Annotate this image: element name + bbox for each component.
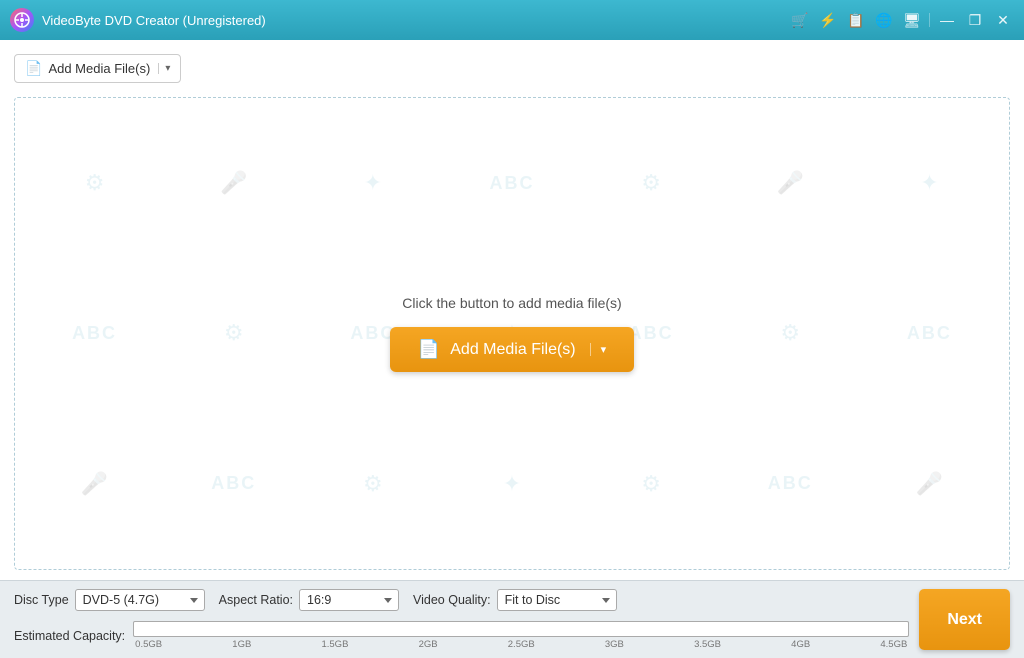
register-icon[interactable]: 📋	[845, 9, 867, 31]
drop-label: Click the button to add media file(s)	[402, 295, 621, 311]
add-media-center-dropdown-arrow[interactable]: ▾	[590, 343, 607, 356]
add-media-toolbar-dropdown-arrow[interactable]: ▾	[158, 63, 170, 74]
wm-icon-12: ✦	[503, 471, 521, 497]
wm-text-7: ABC	[768, 473, 813, 494]
wm-icon-6: ✦	[920, 170, 938, 196]
minimize-icon[interactable]: —	[936, 9, 958, 31]
wm-text-2: ABC	[72, 323, 117, 344]
add-media-center-label: Add Media File(s)	[450, 341, 575, 359]
wm-icon-14: 🎤	[916, 471, 943, 497]
tick-1.5gb: 1.5GB	[321, 639, 348, 650]
app-logo	[10, 8, 34, 32]
video-quality-select[interactable]: Fit to Disc	[497, 589, 617, 611]
app-title: VideoByte DVD Creator (Unregistered)	[42, 13, 266, 28]
add-media-toolbar-icon: 📄	[25, 60, 42, 77]
wm-icon-11: ⚙	[363, 471, 383, 497]
wm-text-6: ABC	[211, 473, 256, 494]
toolbar: 📄 Add Media File(s) ▾	[14, 54, 1010, 83]
title-separator	[929, 13, 930, 27]
bottom-inner: Disc Type DVD-5 (4.7G) Aspect Ratio: 16:…	[14, 589, 1010, 650]
cart-icon[interactable]: 🛒	[789, 9, 811, 31]
disc-type-label: Disc Type	[14, 593, 69, 607]
tick-1gb: 1GB	[232, 639, 251, 650]
tick-4gb: 4GB	[791, 639, 810, 650]
wm-icon-13: ⚙	[641, 471, 661, 497]
wm-icon-1: ⚙	[85, 170, 105, 196]
maximize-icon[interactable]: ❐	[964, 9, 986, 31]
capacity-bar-wrap: 0.5GB 1GB 1.5GB 2GB 2.5GB 3GB 3.5GB 4GB …	[133, 621, 909, 650]
wm-text-1: ABC	[489, 173, 534, 194]
aspect-ratio-select[interactable]: 16:9	[299, 589, 399, 611]
tick-2.5gb: 2.5GB	[508, 639, 535, 650]
aspect-ratio-group: Aspect Ratio: 16:9	[219, 589, 399, 611]
close-icon[interactable]: ✕	[992, 9, 1014, 31]
wm-icon-7: ⚙	[224, 320, 244, 346]
tick-3gb: 3GB	[605, 639, 624, 650]
bottom-left: Disc Type DVD-5 (4.7G) Aspect Ratio: 16:…	[14, 589, 909, 650]
capacity-bar	[133, 621, 909, 637]
wm-icon-9: ⚙	[780, 320, 800, 346]
wm-text-3: ABC	[350, 323, 395, 344]
feedback-icon[interactable]: 🖥	[901, 9, 923, 31]
tick-3.5gb: 3.5GB	[694, 639, 721, 650]
bottom-controls: Disc Type DVD-5 (4.7G) Aspect Ratio: 16:…	[14, 589, 909, 611]
video-quality-label: Video Quality:	[413, 593, 491, 607]
title-bar-controls: 🛒 ⚡ 📋 🌐 🖥 — ❐ ✕	[789, 9, 1014, 31]
title-bar: VideoByte DVD Creator (Unregistered) 🛒 ⚡…	[0, 0, 1024, 40]
add-media-toolbar-button[interactable]: 📄 Add Media File(s) ▾	[14, 54, 181, 83]
bottom-bar: Disc Type DVD-5 (4.7G) Aspect Ratio: 16:…	[0, 580, 1024, 658]
next-button[interactable]: Next	[919, 589, 1010, 650]
estimated-capacity-label: Estimated Capacity:	[14, 629, 125, 643]
add-media-center-button[interactable]: 📄 Add Media File(s) ▾	[390, 327, 634, 372]
capacity-tick-labels: 0.5GB 1GB 1.5GB 2GB 2.5GB 3GB 3.5GB 4GB …	[133, 639, 909, 650]
wm-icon-5: 🎤	[777, 170, 804, 196]
wm-icon-3: ✦	[364, 170, 382, 196]
disc-type-select[interactable]: DVD-5 (4.7G)	[75, 589, 205, 611]
wm-icon-10: 🎤	[81, 471, 108, 497]
video-quality-group: Video Quality: Fit to Disc	[413, 589, 617, 611]
drop-center: Click the button to add media file(s) 📄 …	[390, 295, 634, 372]
add-media-center-icon: 📄	[418, 339, 440, 360]
drop-area: ⚙ 🎤 ✦ ABC ⚙ 🎤 ✦ ABC ⚙ ABC ✦ ABC ⚙ ABC 🎤 …	[14, 97, 1010, 570]
main-content: 📄 Add Media File(s) ▾ ⚙ 🎤 ✦ ABC ⚙ 🎤 ✦ AB…	[0, 40, 1024, 580]
tick-2gb: 2GB	[419, 639, 438, 650]
wm-icon-2: 🎤	[220, 170, 247, 196]
lightning-icon[interactable]: ⚡	[817, 9, 839, 31]
title-bar-left: VideoByte DVD Creator (Unregistered)	[10, 8, 266, 32]
aspect-ratio-label: Aspect Ratio:	[219, 593, 293, 607]
tick-4.5gb: 4.5GB	[880, 639, 907, 650]
wm-text-4: ABC	[629, 323, 674, 344]
help-icon[interactable]: 🌐	[873, 9, 895, 31]
add-media-toolbar-label: Add Media File(s)	[48, 61, 150, 76]
wm-icon-4: ⚙	[641, 170, 661, 196]
disc-type-group: Disc Type DVD-5 (4.7G)	[14, 589, 205, 611]
capacity-row: Estimated Capacity: 0.5GB 1GB 1.5GB 2GB …	[14, 621, 909, 650]
wm-text-5: ABC	[907, 323, 952, 344]
tick-0.5gb: 0.5GB	[135, 639, 162, 650]
